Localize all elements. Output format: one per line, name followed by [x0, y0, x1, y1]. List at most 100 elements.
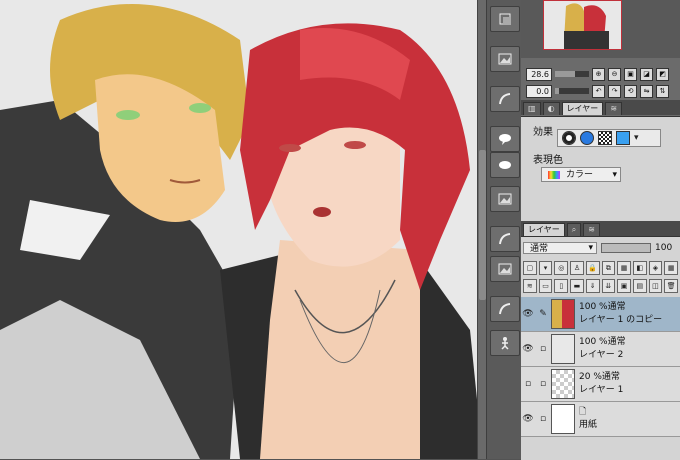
layer-name: レイヤー 2 [579, 350, 624, 360]
image-tool-button[interactable] [490, 256, 520, 282]
rotate-left-icon[interactable]: ↶ [592, 84, 605, 98]
blend-mode-value: 通常 [530, 244, 549, 254]
blend-mode-dropdown[interactable]: 通常 [523, 242, 597, 254]
layer-blend-label: 20 %通常 [579, 372, 620, 382]
navigator-preview[interactable] [543, 0, 622, 50]
merge-down-icon[interactable]: ⇓ [585, 279, 600, 293]
navigator-panel [521, 0, 680, 58]
reference-icon[interactable]: ◎ [554, 261, 569, 275]
tab-extra-icon[interactable]: ≋ [583, 223, 600, 236]
zoom-input[interactable]: 28.6 [526, 67, 552, 81]
eye-hidden-icon[interactable]: ▫ [521, 367, 535, 401]
illustration [0, 4, 483, 459]
apply-mask-icon[interactable]: ▤ [632, 279, 647, 293]
layer-blend-label: 100 %通常 [579, 337, 626, 347]
curve-palette-button[interactable] [490, 226, 520, 252]
reset-rotate-icon[interactable]: ⟲ [624, 84, 637, 98]
curve-icon [499, 233, 511, 245]
image-palette-button[interactable] [490, 46, 520, 72]
scrollbar-thumb[interactable] [479, 150, 486, 300]
new-folder-icon[interactable]: ▬ [570, 279, 584, 293]
flip-icon[interactable]: ◪ [640, 67, 653, 81]
clip-icon[interactable]: ⧉ [601, 261, 616, 275]
zoom-out-icon[interactable]: ⊖ [608, 67, 621, 81]
flip-vertical-icon[interactable]: ⇅ [656, 84, 669, 98]
tab-tool-property-icon[interactable]: ◐ [542, 102, 560, 115]
layer-tabbar: レイヤー ⌕ ≋ [521, 221, 680, 236]
layer-row[interactable]: 👁 ✎ 100 %通常 レイヤー 1 のコピー [521, 297, 680, 332]
pen-icon[interactable]: ✎ [535, 297, 551, 331]
tab-subtool-detail-icon[interactable]: ▥ [523, 102, 541, 115]
layer-row[interactable]: 👁 ▫ 100 %通常 レイヤー 2 [521, 332, 680, 367]
tab-extra-icon[interactable]: ≋ [605, 102, 623, 115]
opacity-value[interactable]: 100 [655, 243, 672, 253]
flip-horizontal-icon[interactable]: ⇋ [640, 84, 653, 98]
layer-lock-slot[interactable]: ▫ [535, 402, 551, 436]
border-effect-icon[interactable] [562, 131, 576, 145]
image-icon [498, 263, 512, 275]
eye-icon[interactable]: 👁 [521, 402, 535, 436]
layer-toolbar-row-2: ≋ ▭ ▯ ▬ ⇓ ⇊ ▣ ▤ ◫ 🗑 [523, 279, 679, 293]
paper-icon: 🗋 [579, 407, 587, 417]
layers-icon[interactable]: ≋ [523, 279, 537, 293]
rotate-input[interactable]: 0.0 [526, 84, 552, 98]
rotate-slider[interactable] [555, 88, 589, 94]
balloon-palette-button[interactable] [490, 126, 520, 152]
rotate-right-icon[interactable]: ↷ [608, 84, 621, 98]
speech-balloon-icon [499, 134, 511, 145]
layer-palette-button[interactable] [490, 6, 520, 32]
ruler-palette-button[interactable] [490, 86, 520, 112]
frame-palette-button[interactable] [490, 186, 520, 212]
tab-layer-label: レイヤー [528, 225, 560, 234]
curve-icon [499, 303, 511, 315]
layer-row[interactable]: ▫ ▫ 20 %通常 レイヤー 1 [521, 367, 680, 402]
zoom-row: 28.6 ⊕ ⊖ ▣ ◪ ◩ [521, 66, 680, 82]
merge-visible-icon[interactable]: ⇊ [601, 279, 616, 293]
fit-icon[interactable]: ▣ [624, 67, 637, 81]
palette-icon[interactable]: ◈ [648, 261, 663, 275]
layer-lock-slot[interactable]: ▫ [535, 367, 551, 401]
tab-layer-property-label: レイヤー [566, 104, 599, 113]
tone-effect-icon[interactable] [580, 131, 594, 145]
eye-icon[interactable]: 👁 [521, 332, 535, 366]
curve-icon [499, 93, 511, 105]
opacity-slider[interactable] [601, 243, 651, 253]
person-tool-button[interactable] [490, 330, 520, 356]
layer-thumbnail [551, 334, 575, 364]
duplicate-icon[interactable]: ◫ [648, 279, 663, 293]
mirror-icon[interactable]: ◩ [656, 67, 669, 81]
color-effect-icon[interactable] [616, 131, 630, 145]
palette-column [486, 0, 522, 459]
speech-balloon-icon [499, 161, 511, 169]
new-vector-layer-icon[interactable]: ▯ [554, 279, 569, 293]
tab-layer[interactable]: レイヤー [523, 223, 565, 236]
mask-add-icon[interactable]: ▣ [617, 279, 631, 293]
lock-icon[interactable]: 🔒 [585, 261, 600, 275]
chevron-down-icon[interactable]: ▾ [634, 133, 639, 143]
trash-icon[interactable]: 🗑 [664, 279, 679, 293]
canvas[interactable] [0, 0, 483, 459]
tab-search-icon[interactable]: ⌕ [566, 223, 582, 236]
more-icon[interactable]: ▦ [664, 261, 679, 275]
layer-blend-label: 100 %通常 [579, 302, 626, 312]
tab-layer-property[interactable]: レイヤー [561, 102, 604, 115]
person-icon[interactable]: ♙ [570, 261, 584, 275]
zoom-in-icon[interactable]: ⊕ [592, 67, 605, 81]
layer-property-panel: 効果 ▾ 表現色 カラー ▾ [521, 116, 680, 222]
effect-label: 効果 [533, 127, 553, 138]
transparency-lock-icon[interactable]: ▦ [617, 261, 631, 275]
pattern-effect-icon[interactable] [598, 131, 612, 145]
balloon-tool-button[interactable] [490, 152, 520, 178]
layer-thumbnail [551, 369, 575, 399]
color-square-icon[interactable]: ▢ [523, 261, 537, 275]
zoom-slider[interactable] [555, 71, 589, 77]
new-raster-layer-icon[interactable]: ▭ [538, 279, 553, 293]
chevron-down-icon[interactable]: ▾ [538, 261, 553, 275]
mask-icon[interactable]: ◧ [632, 261, 647, 275]
expression-color-dropdown[interactable]: カラー ▾ [541, 167, 621, 182]
layer-text: 🗋 用紙 [579, 406, 597, 432]
eye-icon[interactable]: 👁 [521, 297, 535, 331]
curve-tool-button[interactable] [490, 296, 520, 322]
layer-row[interactable]: 👁 ▫ 🗋 用紙 [521, 402, 680, 437]
layer-lock-slot[interactable]: ▫ [535, 332, 551, 366]
